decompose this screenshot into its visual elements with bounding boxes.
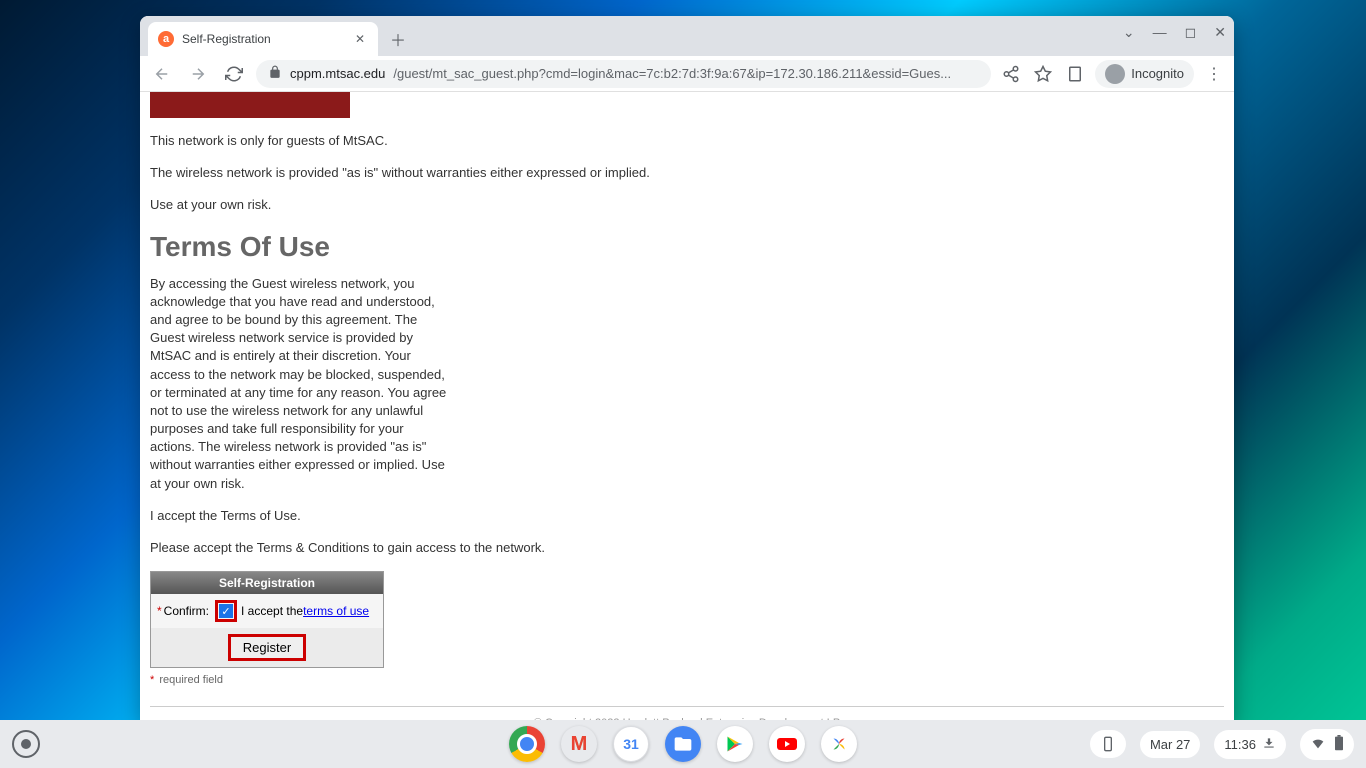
incognito-icon xyxy=(1105,64,1125,84)
incognito-label: Incognito xyxy=(1131,66,1184,81)
new-tab-button[interactable]: ＋ xyxy=(384,25,412,53)
url-path: /guest/mt_sac_guest.php?cmd=login&mac=7c… xyxy=(393,66,951,81)
incognito-badge[interactable]: Incognito xyxy=(1095,60,1194,88)
launcher-button[interactable] xyxy=(12,730,40,758)
download-icon xyxy=(1262,736,1276,753)
intro-text-1: This network is only for guests of MtSAC… xyxy=(150,132,1224,150)
bookmark-icon[interactable] xyxy=(1031,62,1055,86)
lock-icon xyxy=(268,65,282,82)
chevron-down-icon[interactable]: ⌄ xyxy=(1123,24,1135,41)
gmail-icon[interactable]: M xyxy=(561,726,597,762)
play-store-icon[interactable] xyxy=(717,726,753,762)
browser-tab[interactable]: a Self-Registration ✕ xyxy=(148,22,378,56)
menu-icon[interactable]: ⋮ xyxy=(1202,62,1226,86)
checkmark-icon: ✓ xyxy=(219,604,233,618)
minimize-icon[interactable]: — xyxy=(1153,24,1167,41)
terms-heading: Terms Of Use xyxy=(150,231,1224,263)
registration-form: Self-Registration * Confirm: ✓ I accept … xyxy=(150,571,384,668)
prompt-line: Please accept the Terms & Conditions to … xyxy=(150,539,1224,557)
photos-icon[interactable] xyxy=(821,726,857,762)
tab-title: Self-Registration xyxy=(182,32,344,46)
youtube-icon[interactable] xyxy=(769,726,805,762)
share-icon[interactable] xyxy=(999,62,1023,86)
favicon-icon: a xyxy=(158,31,174,47)
reload-button[interactable] xyxy=(220,60,248,88)
chrome-icon[interactable] xyxy=(509,726,545,762)
form-header: Self-Registration xyxy=(151,572,383,594)
required-star: * xyxy=(157,604,162,618)
accept-prefix: I accept the xyxy=(241,604,303,618)
close-tab-icon[interactable]: ✕ xyxy=(352,31,368,47)
taskbar-apps: M 31 xyxy=(509,726,857,762)
taskbar: M 31 Mar 27 11:36 xyxy=(0,720,1366,768)
terms-body: By accessing the Guest wireless network,… xyxy=(150,275,450,493)
submit-row: Register xyxy=(151,628,383,667)
battery-icon xyxy=(1334,735,1344,754)
url-domain: cppm.mtsac.edu xyxy=(290,66,385,81)
browser-window: a Self-Registration ✕ ＋ ⌄ — ◻ ✕ cppm.mts… xyxy=(140,16,1234,724)
register-button[interactable]: Register xyxy=(228,634,306,661)
reading-list-icon[interactable] xyxy=(1063,62,1087,86)
confirm-checkbox[interactable]: ✓ xyxy=(215,600,237,622)
required-note: * required field xyxy=(150,674,1224,686)
system-tray[interactable] xyxy=(1300,729,1354,760)
confirm-row: * Confirm: ✓ I accept the terms of use xyxy=(151,594,383,628)
calendar-icon[interactable]: 31 xyxy=(613,726,649,762)
intro-text-2: The wireless network is provided "as is"… xyxy=(150,164,1224,182)
intro-text-3: Use at your own risk. xyxy=(150,196,1224,214)
maximize-icon[interactable]: ◻ xyxy=(1185,24,1197,41)
forward-button[interactable] xyxy=(184,60,212,88)
close-window-icon[interactable]: ✕ xyxy=(1214,24,1226,41)
back-button[interactable] xyxy=(148,60,176,88)
accept-line: I accept the Terms of Use. xyxy=(150,507,1224,525)
window-controls: ⌄ — ◻ ✕ xyxy=(1123,24,1226,41)
confirm-label: Confirm: xyxy=(164,604,209,618)
date-pill[interactable]: Mar 27 xyxy=(1140,731,1200,758)
page-content: This network is only for guests of MtSAC… xyxy=(140,92,1234,724)
header-banner xyxy=(150,92,350,118)
address-bar: cppm.mtsac.edu/guest/mt_sac_guest.php?cm… xyxy=(140,56,1234,92)
terms-of-use-link[interactable]: terms of use xyxy=(303,604,369,618)
files-icon[interactable] xyxy=(665,726,701,762)
taskbar-status: Mar 27 11:36 xyxy=(1090,729,1354,760)
time-text: 11:36 xyxy=(1224,737,1256,752)
tab-bar: a Self-Registration ✕ ＋ ⌄ — ◻ ✕ xyxy=(140,16,1234,56)
url-bar[interactable]: cppm.mtsac.edu/guest/mt_sac_guest.php?cm… xyxy=(256,60,991,88)
time-pill[interactable]: 11:36 xyxy=(1214,730,1286,759)
wifi-icon xyxy=(1310,735,1326,754)
phone-hub-icon[interactable] xyxy=(1090,730,1126,758)
